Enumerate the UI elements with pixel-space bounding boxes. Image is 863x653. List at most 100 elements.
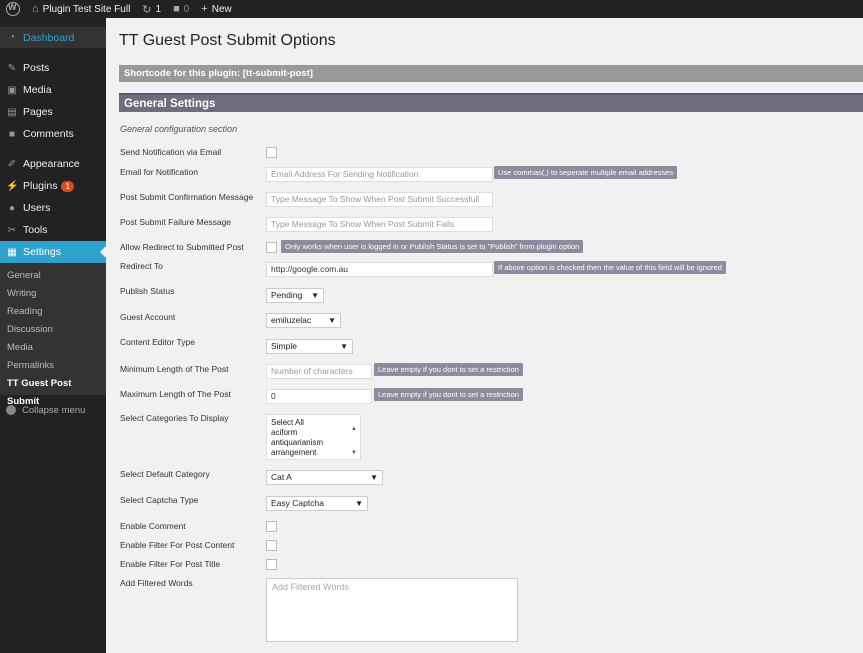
- guest-account-label: Guest Account: [120, 312, 176, 322]
- comment-icon: ■: [8, 128, 16, 140]
- guest-account-value: emiluzelac: [271, 315, 312, 325]
- collapse-menu-label: Collapse menu: [22, 404, 86, 416]
- filtered-words-label: Add Filtered Words: [120, 578, 193, 588]
- user-icon: ●: [8, 202, 16, 214]
- sidebar-item-appearance[interactable]: ✐ Appearance: [0, 153, 106, 175]
- sidebar-item-users[interactable]: ● Users: [0, 197, 106, 219]
- guest-account-select[interactable]: emiluzelac ▼: [266, 313, 341, 328]
- sidebar-item-label: Media: [23, 84, 52, 96]
- sidebar-item-label: Plugins: [23, 180, 58, 192]
- sidebar-item-label: Appearance: [23, 158, 80, 170]
- sidebar-item-settings[interactable]: ▦ Settings: [0, 241, 106, 263]
- main-content: TT Guest Post Submit Options Shortcode f…: [106, 18, 863, 653]
- dropdown-arrow-icon: ▼: [370, 473, 378, 482]
- admin-bar: ⌂Plugin Test Site Full ↻1 ■0 +New: [0, 0, 863, 18]
- captcha-type-value: Easy Captcha: [271, 498, 324, 508]
- captcha-type-select[interactable]: Easy Captcha ▼: [266, 496, 368, 511]
- email-field[interactable]: Email Address For Sending Notification: [266, 167, 493, 182]
- pin-icon: ✎: [7, 62, 17, 74]
- confirm-message-label: Post Submit Confirmation Message: [120, 192, 254, 202]
- site-name-link[interactable]: ⌂ Plugin Test Site Full: [26, 0, 136, 18]
- allow-redirect-hint: Only works when user is logged in or Pub…: [281, 240, 584, 253]
- allow-redirect-label: Allow Redirect to Submitted Post: [120, 242, 244, 252]
- category-option[interactable]: aciform: [271, 428, 356, 438]
- filter-content-checkbox[interactable]: [266, 540, 277, 551]
- sidebar-item-posts[interactable]: ✎ Posts: [0, 57, 106, 79]
- category-option[interactable]: antiquarianism: [271, 438, 356, 448]
- submenu-discussion[interactable]: Discussion: [0, 321, 106, 339]
- settings-submenu: General Writing Reading Discussion Media…: [0, 263, 106, 407]
- page-title: TT Guest Post Submit Options: [119, 32, 336, 49]
- sidebar-item-pages[interactable]: ▤ Pages: [0, 101, 106, 123]
- page-icon: ▤: [7, 106, 17, 118]
- sidebar-item-label: Settings: [23, 246, 61, 258]
- submenu-general[interactable]: General: [0, 267, 106, 285]
- filtered-words-textarea[interactable]: Add Filtered Words: [266, 578, 518, 642]
- editor-type-select[interactable]: Simple ▼: [266, 339, 353, 354]
- sidebar-item-label: Dashboard: [23, 31, 75, 44]
- redirect-to-field[interactable]: http://google.com.au: [266, 262, 493, 277]
- publish-status-label: Publish Status: [120, 286, 175, 296]
- max-length-field[interactable]: 0: [266, 389, 372, 404]
- min-length-hint: Leave empty if you dont to set a restric…: [374, 363, 523, 376]
- publish-status-select[interactable]: Pending ▼: [266, 288, 324, 303]
- email-label: Email for Notification: [120, 167, 198, 177]
- filter-title-checkbox[interactable]: [266, 559, 277, 570]
- default-category-label: Select Default Category: [120, 469, 210, 479]
- send-notification-checkbox[interactable]: [266, 147, 277, 158]
- settings-icon: ▦: [7, 246, 17, 258]
- submenu-media[interactable]: Media: [0, 339, 106, 357]
- sidebar-item-dashboard[interactable]: ◔ Dashboard: [0, 27, 106, 48]
- sidebar-item-label: Pages: [23, 106, 53, 118]
- enable-comment-checkbox[interactable]: [266, 521, 277, 532]
- section-title: General Settings: [119, 93, 863, 112]
- categories-multiselect[interactable]: Select All aciform antiquarianism arrang…: [266, 414, 361, 460]
- default-category-value: Cat A: [271, 472, 292, 482]
- failure-message-field[interactable]: Type Message To Show When Post Submit Fa…: [266, 217, 493, 232]
- category-option[interactable]: Select All: [271, 418, 356, 428]
- sidebar-item-media[interactable]: ▣ Media: [0, 79, 106, 101]
- scrollbar[interactable]: ▲ ▼: [351, 417, 357, 465]
- max-length-hint: Leave empty if you dont to set a restric…: [374, 388, 523, 401]
- wrench-icon: ✂: [7, 224, 17, 236]
- sidebar-item-tools[interactable]: ✂ Tools: [0, 219, 106, 241]
- submenu-tt-guest-post-submit[interactable]: TT Guest Post Submit: [0, 375, 106, 407]
- dashboard-icon: ◔: [8, 32, 16, 43]
- min-length-field[interactable]: Number of characters: [266, 364, 372, 379]
- editor-type-label: Content Editor Type: [120, 337, 195, 347]
- sidebar-item-label: Users: [23, 202, 51, 214]
- site-name: Plugin Test Site Full: [42, 3, 131, 15]
- submenu-permalinks[interactable]: Permalinks: [0, 357, 106, 375]
- confirm-message-field[interactable]: Type Message To Show When Post Submit Su…: [266, 192, 493, 207]
- dropdown-arrow-icon: ▼: [355, 499, 363, 508]
- sidebar-item-label: Tools: [23, 224, 48, 236]
- new-content-link[interactable]: + New: [195, 0, 237, 18]
- submenu-writing[interactable]: Writing: [0, 285, 106, 303]
- default-category-select[interactable]: Cat A ▼: [266, 470, 383, 485]
- sidebar-item-plugins[interactable]: ⚡ Plugins 1: [0, 175, 106, 197]
- section-description: General configuration section: [120, 124, 238, 134]
- sidebar-item-comments[interactable]: ■ Comments: [0, 123, 106, 145]
- editor-type-value: Simple: [271, 341, 297, 351]
- submenu-reading[interactable]: Reading: [0, 303, 106, 321]
- publish-status-value: Pending: [271, 290, 303, 300]
- dropdown-arrow-icon: ▼: [328, 316, 336, 325]
- allow-redirect-checkbox[interactable]: [266, 242, 277, 253]
- dropdown-arrow-icon: ▼: [311, 291, 319, 300]
- brush-icon: ✐: [7, 158, 17, 170]
- updates-count: 1: [155, 3, 162, 15]
- comments-count: 0: [183, 3, 190, 15]
- category-option[interactable]: arrangement: [271, 448, 356, 458]
- email-hint: Use commas(,) to seperate multiple email…: [494, 166, 678, 179]
- redirect-to-hint: If above option is checked then the valu…: [494, 261, 726, 274]
- comments-link[interactable]: ■ 0: [167, 0, 195, 18]
- comment-bubble-icon: ■: [173, 3, 180, 15]
- shortcode-bar: Shortcode for this plugin: [tt-submit-po…: [119, 65, 863, 82]
- send-notification-label: Send Notification via Email: [120, 147, 222, 157]
- plug-icon: ⚡: [6, 180, 19, 192]
- admin-sidebar: ◔ Dashboard ✎ Posts ▣ Media ▤ Pages ■ Comment…: [0, 18, 106, 653]
- wordpress-logo-icon: [6, 2, 20, 16]
- wp-logo-menu[interactable]: [0, 0, 26, 18]
- updates-link[interactable]: ↻ 1: [136, 0, 167, 18]
- sidebar-item-label: Comments: [23, 128, 74, 140]
